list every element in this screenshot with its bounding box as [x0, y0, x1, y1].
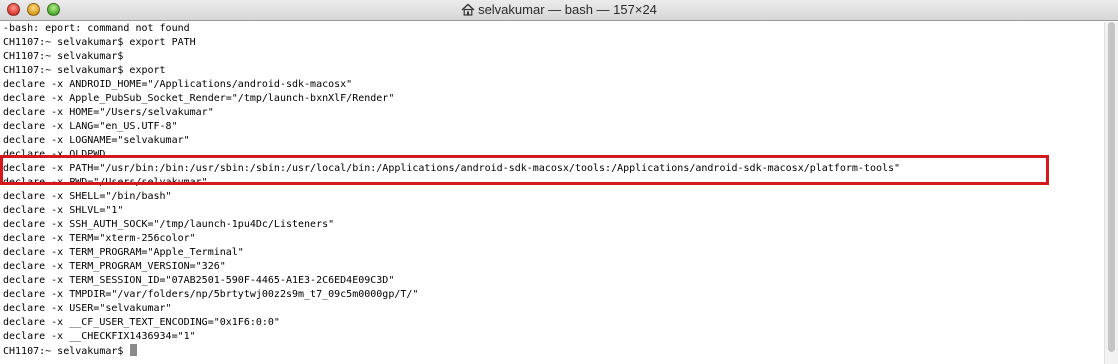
- prompt-line: CH1107:~ selvakumar$: [3, 344, 1104, 358]
- terminal-line: declare -x LANG="en_US.UTF-8": [3, 121, 178, 132]
- terminal-window: selvakumar — bash — 157×24 -bash: eport:…: [0, 0, 1118, 364]
- prompt-text: CH1107:~ selvakumar$: [3, 346, 130, 357]
- terminal-line: declare -x __CHECKFIX1436934="1": [3, 331, 196, 342]
- home-icon: [461, 3, 475, 19]
- terminal-line: declare -x USER="selvakumar": [3, 303, 172, 314]
- window-title: selvakumar — bash — 157×24: [478, 2, 657, 17]
- terminal-line: declare -x PATH="/usr/bin:/bin:/usr/sbin…: [3, 163, 901, 174]
- terminal-output[interactable]: -bash: eport: command not found CH1107:~ …: [0, 22, 1104, 364]
- terminal-line: declare -x Apple_PubSub_Socket_Render="/…: [3, 93, 395, 104]
- terminal-line: declare -x TERM="xterm-256color": [3, 233, 196, 244]
- terminal-line: declare -x HOME="/Users/selvakumar": [3, 107, 214, 118]
- title-bar[interactable]: selvakumar — bash — 157×24: [0, 0, 1118, 21]
- window-title-group: selvakumar — bash — 157×24: [0, 2, 1118, 19]
- terminal-line: declare -x TERM_SESSION_ID="07AB2501-590…: [3, 275, 395, 286]
- cursor: [130, 344, 138, 356]
- terminal-line: declare -x TERM_PROGRAM_VERSION="326": [3, 261, 226, 272]
- terminal-line: CH1107:~ selvakumar$: [3, 51, 124, 62]
- vertical-scrollbar[interactable]: [1104, 22, 1118, 364]
- terminal-line: declare -x __CF_USER_TEXT_ENCODING="0x1F…: [3, 317, 280, 328]
- terminal-line: CH1107:~ selvakumar$ export: [3, 65, 166, 76]
- terminal-line: CH1107:~ selvakumar$ export PATH: [3, 37, 196, 48]
- terminal-line: declare -x PWD="/Users/selvakumar": [3, 177, 208, 188]
- scrollbar-thumb[interactable]: [1108, 22, 1115, 352]
- terminal-line: declare -x TMPDIR="/var/folders/np/5brty…: [3, 289, 419, 300]
- terminal-line: -bash: eport: command not found: [3, 23, 190, 34]
- terminal-line: declare -x SHELL="/bin/bash": [3, 191, 172, 202]
- terminal-line: declare -x ANDROID_HOME="/Applications/a…: [3, 79, 353, 90]
- terminal-line: declare -x SHLVL="1": [3, 205, 124, 216]
- terminal-line: declare -x OLDPWD: [3, 149, 106, 160]
- terminal-line: declare -x SSH_AUTH_SOCK="/tmp/launch-1p…: [3, 219, 335, 230]
- terminal-line: declare -x LOGNAME="selvakumar": [3, 135, 190, 146]
- terminal-line: declare -x TERM_PROGRAM="Apple_Terminal": [3, 247, 244, 258]
